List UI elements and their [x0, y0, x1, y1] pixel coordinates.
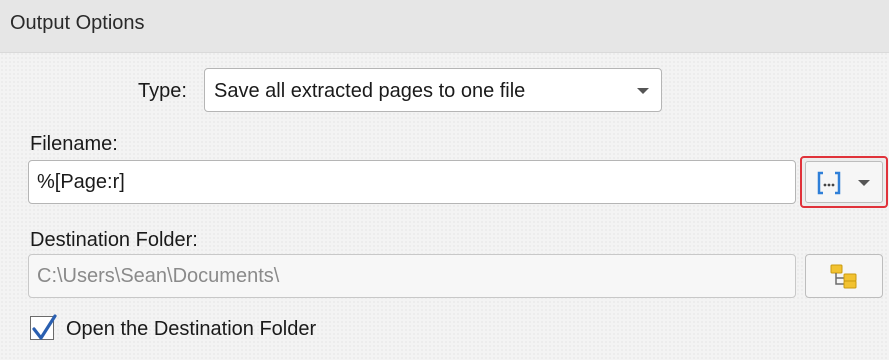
macro-brackets-icon [816, 171, 842, 200]
insert-macro-button[interactable] [800, 156, 888, 208]
type-select[interactable]: Save all extracted pages to one file [204, 68, 662, 112]
folder-tree-icon [829, 263, 859, 294]
type-label: Type: [138, 80, 187, 102]
macro-button-face [805, 161, 883, 203]
section-title: Output Options [10, 12, 145, 34]
type-select-value: Save all extracted pages to one file [214, 80, 526, 102]
destination-folder-input[interactable] [28, 254, 796, 298]
filename-input[interactable] [28, 160, 796, 204]
chevron-down-icon [637, 88, 649, 94]
destination-folder-label: Destination Folder: [30, 229, 198, 251]
section-header: Output Options [0, 0, 889, 53]
output-options-panel: Output Options Type: Save all extracted … [0, 0, 889, 360]
chevron-down-icon[interactable] [858, 180, 870, 186]
open-folder-label[interactable]: Open the Destination Folder [66, 318, 316, 341]
open-folder-checkbox[interactable] [30, 314, 57, 340]
checkmark-icon [32, 314, 57, 340]
filename-label: Filename: [30, 133, 118, 155]
browse-folder-button[interactable] [805, 254, 883, 298]
